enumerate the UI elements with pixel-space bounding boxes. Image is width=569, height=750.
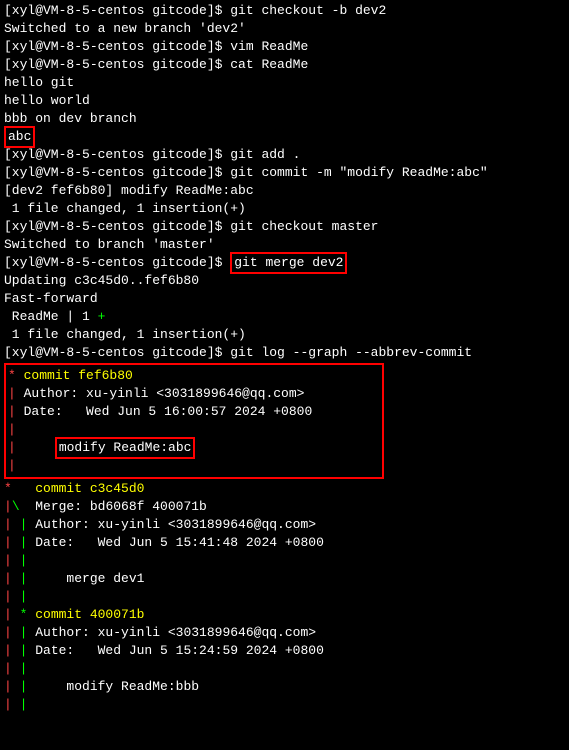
log-line: | | Date: Wed Jun 5 15:41:48 2024 +0800 (4, 534, 565, 552)
output-line: hello git (4, 74, 565, 92)
output-line: bbb on dev branch (4, 110, 565, 128)
output-line: Switched to a new branch 'dev2' (4, 20, 565, 38)
log-line: | | (4, 660, 565, 678)
log-line: * commit c3c45d0 (4, 480, 565, 498)
output-line: Updating c3c45d0..fef6b80 (4, 272, 565, 290)
prompt-line: [xyl@VM-8-5-centos gitcode]$ git merge d… (4, 254, 565, 272)
output-line: [dev2 fef6b80] modify ReadMe:abc (4, 182, 565, 200)
highlight-merge-cmd: git merge dev2 (230, 252, 347, 274)
output-line: ReadMe | 1 + (4, 308, 565, 326)
log-line: | (8, 457, 380, 475)
prompt-line: [xyl@VM-8-5-centos gitcode]$ git commit … (4, 164, 565, 182)
output-line: hello world (4, 92, 565, 110)
log-line: | | modify ReadMe:bbb (4, 678, 565, 696)
output-line: abc (4, 128, 565, 146)
highlight-commit-msg: modify ReadMe:abc (55, 437, 196, 459)
prompt-line: [xyl@VM-8-5-centos gitcode]$ vim ReadMe (4, 38, 565, 56)
prompt-line: [xyl@VM-8-5-centos gitcode]$ cat ReadMe (4, 56, 565, 74)
output-line: Fast-forward (4, 290, 565, 308)
log-line: | Author: xu-yinli <3031899646@qq.com> (8, 385, 380, 403)
log-line: | | Date: Wed Jun 5 15:24:59 2024 +0800 (4, 642, 565, 660)
prompt-line: [xyl@VM-8-5-centos gitcode]$ git checkou… (4, 218, 565, 236)
log-line: * commit fef6b80 (8, 367, 380, 385)
terminal-output: [xyl@VM-8-5-centos gitcode]$ git checkou… (4, 2, 565, 714)
log-line: | Date: Wed Jun 5 16:00:57 2024 +0800 (8, 403, 380, 421)
log-line: | | merge dev1 (4, 570, 565, 588)
prompt-line: [xyl@VM-8-5-centos gitcode]$ git add . (4, 146, 565, 164)
output-line: 1 file changed, 1 insertion(+) (4, 200, 565, 218)
highlight-abc: abc (4, 126, 35, 148)
log-line: | | (4, 588, 565, 606)
prompt-line: [xyl@VM-8-5-centos gitcode]$ git checkou… (4, 2, 565, 20)
log-line: | modify ReadMe:abc (8, 439, 380, 457)
highlight-commit-block: * commit fef6b80 | Author: xu-yinli <303… (4, 363, 384, 479)
log-line: | | (4, 696, 565, 714)
log-line: | | (4, 552, 565, 570)
log-line: | * commit 400071b (4, 606, 565, 624)
log-line: | | Author: xu-yinli <3031899646@qq.com> (4, 516, 565, 534)
log-line: | | Author: xu-yinli <3031899646@qq.com> (4, 624, 565, 642)
output-line: 1 file changed, 1 insertion(+) (4, 326, 565, 344)
log-line: |\ Merge: bd6068f 400071b (4, 498, 565, 516)
prompt-line: [xyl@VM-8-5-centos gitcode]$ git log --g… (4, 344, 565, 362)
